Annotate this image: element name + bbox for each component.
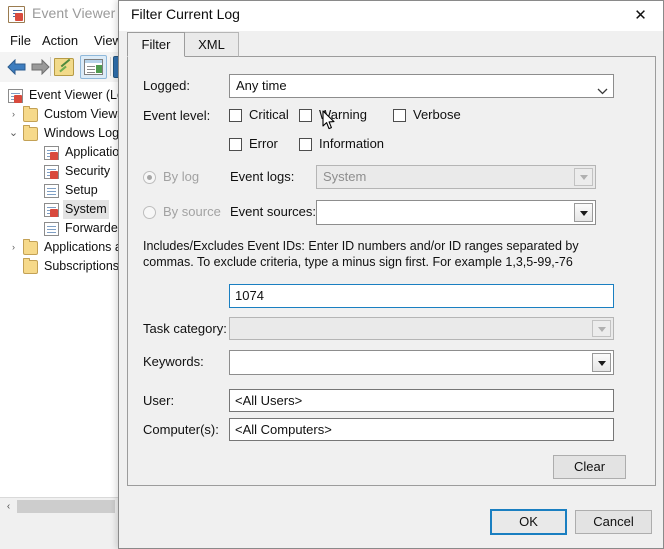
folder-subscriptions-icon <box>23 258 38 274</box>
chevron-right-icon[interactable]: › <box>8 238 19 257</box>
log-warning-icon <box>44 146 59 160</box>
radio-ring[interactable] <box>143 171 156 184</box>
dialog-titlebar: Filter Current Log ✕ <box>119 1 663 31</box>
event-viewer-icon <box>8 6 25 23</box>
tree-item-label: Applications a <box>44 240 121 254</box>
logged-label: Logged: <box>143 78 190 93</box>
computers-label: Computer(s): <box>143 422 219 437</box>
tree-item-security[interactable]: Security <box>0 162 120 181</box>
task-category-combo[interactable] <box>229 317 614 340</box>
chevron-right-icon[interactable]: › <box>8 105 19 124</box>
log-icon <box>44 222 59 236</box>
user-input[interactable]: <All Users> <box>229 389 614 412</box>
log-warning-icon <box>44 165 59 179</box>
menu-file[interactable]: File <box>6 32 35 49</box>
clear-button[interactable]: Clear <box>553 455 626 479</box>
event-sources-label: Event sources: <box>230 204 316 219</box>
user-value: <All Users> <box>235 393 303 408</box>
console-tree[interactable]: Event Viewer (Loc › Custom Views ⌄ Windo… <box>0 82 121 497</box>
task-category-label: Task category: <box>143 321 227 336</box>
checkbox-box[interactable] <box>393 109 406 122</box>
radio-ring[interactable] <box>143 206 156 219</box>
dialog-footer: OK Cancel <box>119 487 663 548</box>
folder-filter-icon <box>23 106 38 122</box>
radio-label: By source <box>163 204 221 219</box>
checkbox-box[interactable] <box>229 109 242 122</box>
event-ids-input[interactable]: 1074 <box>229 284 614 308</box>
dialog-title: Filter Current Log <box>131 6 240 22</box>
ok-button[interactable]: OK <box>490 509 567 535</box>
dropdown-arrow-icon[interactable] <box>592 320 611 337</box>
chevron-down-icon[interactable] <box>597 83 608 95</box>
filter-tab-pane: Logged: Any time Event level: Critical W… <box>127 56 656 486</box>
show-hide-console-tree-icon[interactable] <box>80 55 107 79</box>
properties-icon[interactable] <box>54 58 74 76</box>
event-logs-combo[interactable]: System <box>316 165 596 189</box>
tree-item-subscriptions[interactable]: Subscriptions <box>0 257 120 276</box>
keywords-label: Keywords: <box>143 354 204 369</box>
tree-item-windows-logs[interactable]: ⌄ Windows Logs <box>0 124 121 143</box>
event-logs-value: System <box>323 169 367 184</box>
logged-value: Any time <box>236 78 287 93</box>
tree-item-applications-and-services-logs[interactable]: › Applications a <box>0 238 121 257</box>
checkbox-label: Information <box>319 136 385 151</box>
radio-label: By log <box>163 169 200 184</box>
user-label: User: <box>143 393 175 408</box>
event-ids-help-text: Includes/Excludes Event IDs: Enter ID nu… <box>143 239 579 269</box>
folder-apps-icon <box>23 239 38 255</box>
checkbox-box[interactable] <box>299 109 312 122</box>
chevron-down-icon[interactable]: ⌄ <box>8 124 19 143</box>
checkbox-label: Critical <box>249 107 289 122</box>
keywords-combo[interactable] <box>229 350 614 375</box>
tree-item-label: Event Viewer (Loc <box>29 88 121 102</box>
tab-xml[interactable]: XML <box>184 32 239 57</box>
tree-item-label: Subscriptions <box>44 259 120 273</box>
scrollbar-thumb[interactable] <box>17 500 115 513</box>
tree-item-application[interactable]: Application <box>0 143 121 162</box>
logged-combo[interactable]: Any time <box>229 74 614 98</box>
tab-filter[interactable]: Filter <box>127 32 185 57</box>
tree-item-label: Security <box>65 164 111 178</box>
tree-item-custom-views[interactable]: › Custom Views <box>0 105 121 124</box>
log-icon <box>44 184 59 198</box>
console-tree-horizontal-scrollbar[interactable]: ‹ <box>0 497 120 515</box>
event-ids-value: 1074 <box>235 288 264 303</box>
filter-current-log-dialog: Filter Current Log ✕ Filter XML Logged: … <box>118 0 664 549</box>
tree-item-label: Setup <box>65 183 98 197</box>
computers-value: <All Computers> <box>235 422 332 437</box>
dropdown-arrow-icon[interactable] <box>592 353 611 372</box>
tree-item-system[interactable]: System <box>0 200 120 219</box>
menu-action[interactable]: Action <box>38 32 82 49</box>
event-viewer-title: Event Viewer <box>32 5 116 21</box>
computers-input[interactable]: <All Computers> <box>229 418 614 441</box>
mouse-pointer-icon <box>322 110 336 131</box>
checkbox-label: Error <box>249 136 278 151</box>
tree-item-label: Custom Views <box>44 107 121 121</box>
event-level-label: Event level: <box>143 108 211 123</box>
tree-item-setup[interactable]: Setup <box>0 181 120 200</box>
tree-item-event-viewer[interactable]: Event Viewer (Loc <box>0 86 121 105</box>
scroll-left-button[interactable]: ‹ <box>0 498 17 515</box>
event-sources-combo[interactable] <box>316 200 596 225</box>
close-icon[interactable]: ✕ <box>618 1 663 31</box>
tree-item-label: Windows Logs <box>44 126 121 140</box>
dropdown-arrow-icon[interactable] <box>574 168 593 186</box>
tree-item-label: System <box>63 200 109 219</box>
checkbox-box[interactable] <box>229 138 242 151</box>
tree-item-label: Application <box>65 145 121 159</box>
folder-logs-icon <box>23 125 38 141</box>
forward-arrow-icon[interactable] <box>30 58 51 76</box>
cancel-button[interactable]: Cancel <box>575 510 652 534</box>
event-viewer-icon <box>8 89 23 103</box>
tree-item-label: Forwarded <box>65 221 121 235</box>
dropdown-arrow-icon[interactable] <box>574 203 593 222</box>
back-arrow-icon[interactable] <box>6 58 27 76</box>
log-warning-icon <box>44 203 59 217</box>
checkbox-box[interactable] <box>299 138 312 151</box>
checkbox-label: Verbose <box>413 107 461 122</box>
tree-item-forwarded-events[interactable]: Forwarded <box>0 219 121 238</box>
event-logs-label: Event logs: <box>230 169 295 184</box>
dialog-tabstrip: Filter XML <box>127 32 655 57</box>
